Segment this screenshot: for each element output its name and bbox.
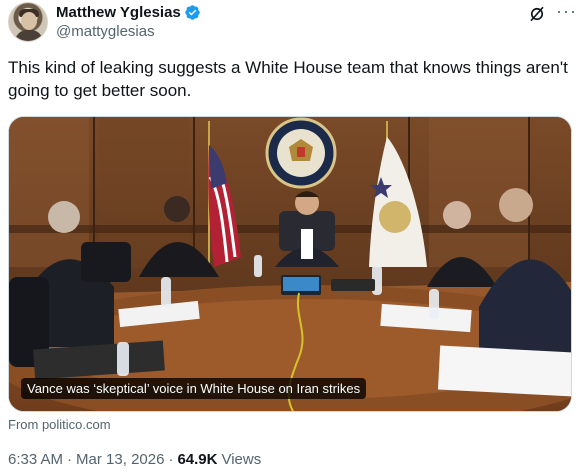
- tweet-text: This kind of leaking suggests a White Ho…: [8, 58, 568, 100]
- link-card-image[interactable]: Vance was ‘skeptical’ voice in White Hou…: [8, 116, 572, 412]
- more-icon[interactable]: ···: [556, 2, 576, 24]
- verified-badge-icon[interactable]: [184, 4, 201, 21]
- views-count: 64.9K: [177, 451, 218, 468]
- meta-separator: ·: [168, 451, 174, 468]
- meta-separator: ·: [67, 451, 73, 468]
- tweet-header: Matthew Yglesias @mattyglesias ···: [8, 2, 576, 42]
- photo-illustration: [9, 117, 571, 411]
- avatar[interactable]: [8, 2, 48, 42]
- author-display-name[interactable]: Matthew Yglesias: [56, 4, 181, 21]
- tweet-meta: 6:33 AM · Mar 13, 2026 · 64.9K Views: [8, 451, 261, 468]
- link-card-source[interactable]: From politico.com: [8, 417, 111, 432]
- tweet-time[interactable]: 6:33 AM: [8, 451, 63, 468]
- author-handle[interactable]: @mattyglesias: [56, 23, 155, 40]
- tweet-date[interactable]: Mar 13, 2026: [76, 451, 164, 468]
- grok-icon[interactable]: [528, 5, 546, 23]
- link-card-caption[interactable]: Vance was ‘skeptical’ voice in White Hou…: [21, 378, 367, 399]
- views-label: Views: [221, 451, 262, 468]
- author-name-row: Matthew Yglesias: [56, 4, 201, 21]
